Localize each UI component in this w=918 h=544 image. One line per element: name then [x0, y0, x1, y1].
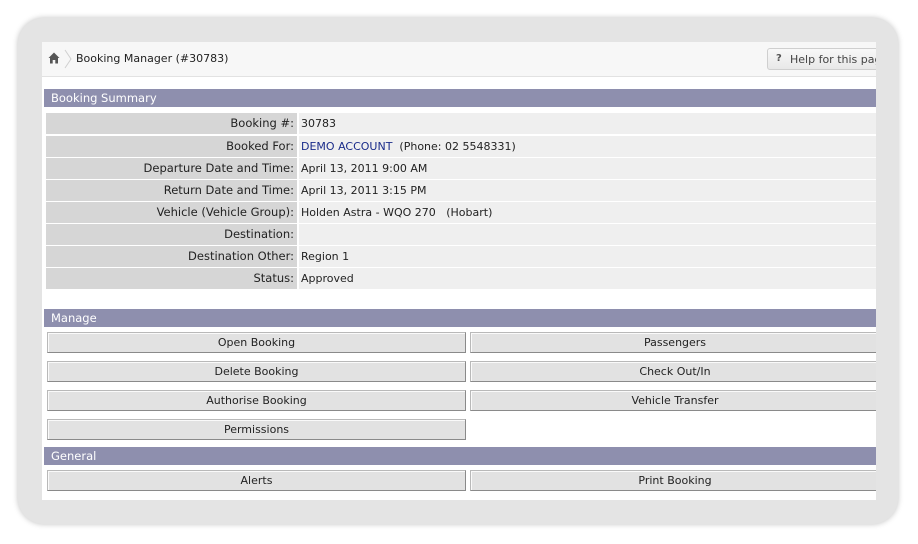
help-button[interactable]: ? Help for this page — [767, 48, 876, 70]
alerts-button[interactable]: Alerts — [47, 470, 466, 491]
summary-row-vehicle: Vehicle (Vehicle Group): Holden Astra - … — [46, 202, 876, 223]
summary-value: 30783 — [299, 113, 876, 134]
help-label: Help for this page — [790, 53, 876, 66]
summary-row-destination: Destination: — [46, 224, 876, 245]
summary-row-departure: Departure Date and Time: April 13, 2011 … — [46, 158, 876, 179]
summary-value: Holden Astra - WQO 270 (Hobart) — [299, 202, 876, 223]
section-header-booking-summary: Booking Summary — [44, 89, 876, 107]
status-badge: Approved — [299, 268, 876, 289]
summary-label: Booked For: — [46, 136, 297, 157]
summary-label: Status: — [46, 268, 297, 289]
help-icon: ? — [776, 53, 782, 64]
passengers-button[interactable]: Passengers — [470, 332, 876, 353]
summary-row-booking-number: Booking #: 30783 — [46, 113, 876, 134]
summary-label: Destination Other: — [46, 246, 297, 267]
summary-value: April 13, 2011 3:15 PM — [299, 180, 876, 201]
print-booking-button[interactable]: Print Booking — [470, 470, 876, 491]
page-title: Booking Manager (#30783) — [76, 52, 229, 65]
check-out-in-button[interactable]: Check Out/In — [470, 361, 876, 382]
open-booking-button[interactable]: Open Booking — [47, 332, 466, 353]
delete-booking-button[interactable]: Delete Booking — [47, 361, 466, 382]
summary-row-return: Return Date and Time: April 13, 2011 3:1… — [46, 180, 876, 201]
section-header-general: General — [44, 447, 876, 465]
summary-label: Booking #: — [46, 113, 297, 134]
phone-text: (Phone: 02 5548331) — [399, 140, 516, 153]
home-icon[interactable] — [48, 52, 60, 64]
vehicle-transfer-button[interactable]: Vehicle Transfer — [470, 390, 876, 411]
summary-value — [299, 224, 876, 245]
account-link[interactable]: DEMO ACCOUNT — [301, 140, 392, 153]
summary-value: DEMO ACCOUNT (Phone: 02 5548331) — [299, 136, 876, 157]
summary-value: April 13, 2011 9:00 AM — [299, 158, 876, 179]
main-panel: Booking Manager (#30783) ? Help for this… — [42, 42, 876, 500]
permissions-button[interactable]: Permissions — [47, 419, 466, 440]
authorise-booking-button[interactable]: Authorise Booking — [47, 390, 466, 411]
summary-row-status: Status: Approved — [46, 268, 876, 289]
summary-value: Region 1 — [299, 246, 876, 267]
summary-label: Return Date and Time: — [46, 180, 297, 201]
section-header-manage: Manage — [44, 309, 876, 327]
summary-label: Departure Date and Time: — [46, 158, 297, 179]
summary-label: Destination: — [46, 224, 297, 245]
summary-label: Vehicle (Vehicle Group): — [46, 202, 297, 223]
chevron-right-icon — [64, 49, 72, 69]
summary-row-booked-for: Booked For: DEMO ACCOUNT (Phone: 02 5548… — [46, 136, 876, 157]
breadcrumb: Booking Manager (#30783) ? Help for this… — [42, 42, 876, 77]
summary-row-destination-other: Destination Other: Region 1 — [46, 246, 876, 267]
